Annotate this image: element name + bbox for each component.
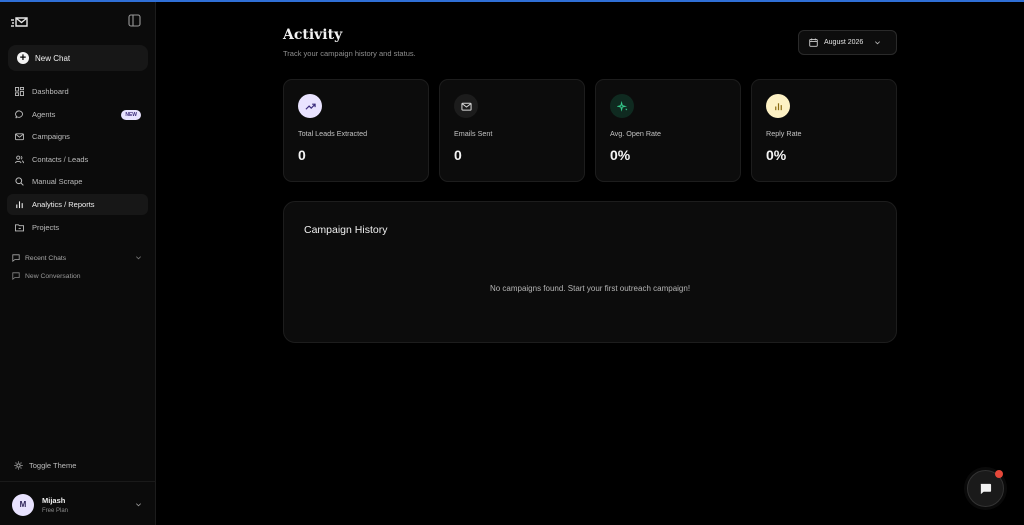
- calendar-icon: [809, 38, 818, 47]
- bar-chart-icon: [16, 201, 23, 209]
- stat-card-total-leads: Total Leads Extracted 0: [283, 79, 429, 182]
- sidebar-item-label: Projects: [32, 223, 60, 232]
- sidebar-item-label: Manual Scrape: [32, 177, 83, 186]
- chevron-down-icon: [875, 41, 881, 45]
- sidebar-item-projects[interactable]: Projects: [7, 217, 148, 238]
- sidebar-item-analytics[interactable]: Analytics / Reports: [7, 194, 148, 215]
- sparkle-icon: [616, 100, 627, 112]
- chat-bubble-icon: [12, 272, 20, 280]
- search-icon: [15, 177, 24, 186]
- mail-icon: [15, 133, 24, 141]
- page-title: Activity: [283, 27, 343, 43]
- new-badge: NEW: [121, 110, 141, 120]
- dashboard-icon: [15, 87, 24, 96]
- chevron-down-icon: [136, 256, 141, 260]
- stat-label: Avg. Open Rate: [610, 129, 662, 138]
- page-subtitle: Track your campaign history and status.: [283, 49, 416, 58]
- date-filter-button[interactable]: August 2026: [798, 30, 897, 55]
- users-icon: [15, 155, 24, 164]
- mail-icon: [460, 102, 472, 111]
- sidebar-item-contacts[interactable]: Contacts / Leads: [7, 149, 148, 170]
- stat-icon-wrapper: [454, 94, 478, 118]
- stat-card-reply-rate: Reply Rate 0%: [751, 79, 897, 182]
- chat-bubble-icon: [15, 110, 23, 119]
- sidebar-item-label: Analytics / Reports: [32, 200, 95, 209]
- recent-chats-label: Recent Chats: [25, 254, 67, 262]
- date-filter-label: August 2026: [824, 39, 864, 46]
- recent-chat-label: New Conversation: [25, 272, 81, 280]
- stat-value: 0%: [610, 147, 631, 163]
- stat-value: 0%: [766, 147, 787, 163]
- plus-icon: +: [17, 52, 29, 64]
- notification-dot: [995, 470, 1003, 478]
- trending-up-icon: [304, 103, 316, 110]
- sidebar-item-label: Agents: [32, 110, 56, 119]
- toggle-theme-label: Toggle Theme: [29, 461, 77, 470]
- new-chat-button[interactable]: + New Chat: [8, 45, 148, 71]
- stat-value: 0: [298, 147, 306, 163]
- sun-icon: [14, 461, 23, 470]
- chat-bubble-icon: [12, 254, 20, 262]
- chevron-down-icon: [136, 503, 141, 507]
- logo-icon[interactable]: [10, 13, 30, 29]
- sidebar-item-label: Contacts / Leads: [32, 155, 89, 164]
- user-plan: Free Plan: [42, 508, 69, 514]
- sidebar: + New Chat Dashboard Agents NEW Campaign…: [0, 2, 156, 525]
- empty-state-message: No campaigns found. Start your first out…: [489, 284, 691, 293]
- stat-label: Reply Rate: [766, 129, 802, 138]
- recent-chat-item[interactable]: New Conversation: [12, 272, 81, 280]
- campaign-history-title: Campaign History: [304, 224, 388, 236]
- recent-chats-header[interactable]: Recent Chats: [12, 253, 144, 263]
- sidebar-item-agents[interactable]: Agents NEW: [7, 104, 148, 125]
- folder-icon: [15, 224, 24, 232]
- sidebar-item-label: Campaigns: [32, 132, 70, 141]
- campaign-history-panel: Campaign History No campaigns found. Sta…: [283, 201, 897, 343]
- sidebar-item-campaigns[interactable]: Campaigns: [7, 126, 148, 147]
- stat-value: 0: [454, 147, 462, 163]
- stat-label: Emails Sent: [454, 129, 493, 138]
- message-icon: [980, 483, 992, 495]
- new-chat-label: New Chat: [35, 53, 71, 63]
- stat-icon-wrapper: [298, 94, 322, 118]
- stat-label: Total Leads Extracted: [298, 129, 368, 138]
- stat-card-emails-sent: Emails Sent 0: [439, 79, 585, 182]
- toggle-theme-button[interactable]: Toggle Theme: [14, 461, 76, 470]
- avatar: M: [12, 494, 34, 516]
- stat-icon-wrapper: [766, 94, 790, 118]
- user-name: Mijash: [42, 496, 66, 505]
- divider: [0, 481, 156, 482]
- sidebar-item-dashboard[interactable]: Dashboard: [7, 81, 148, 102]
- sidebar-item-manual-scrape[interactable]: Manual Scrape: [7, 171, 148, 192]
- sidebar-item-label: Dashboard: [32, 87, 69, 96]
- stat-icon-wrapper: [610, 94, 634, 118]
- sidebar-toggle-icon[interactable]: [128, 14, 141, 27]
- bar-chart-icon: [774, 102, 782, 110]
- stat-card-open-rate: Avg. Open Rate 0%: [595, 79, 741, 182]
- user-menu[interactable]: M Mijash Free Plan: [12, 493, 146, 517]
